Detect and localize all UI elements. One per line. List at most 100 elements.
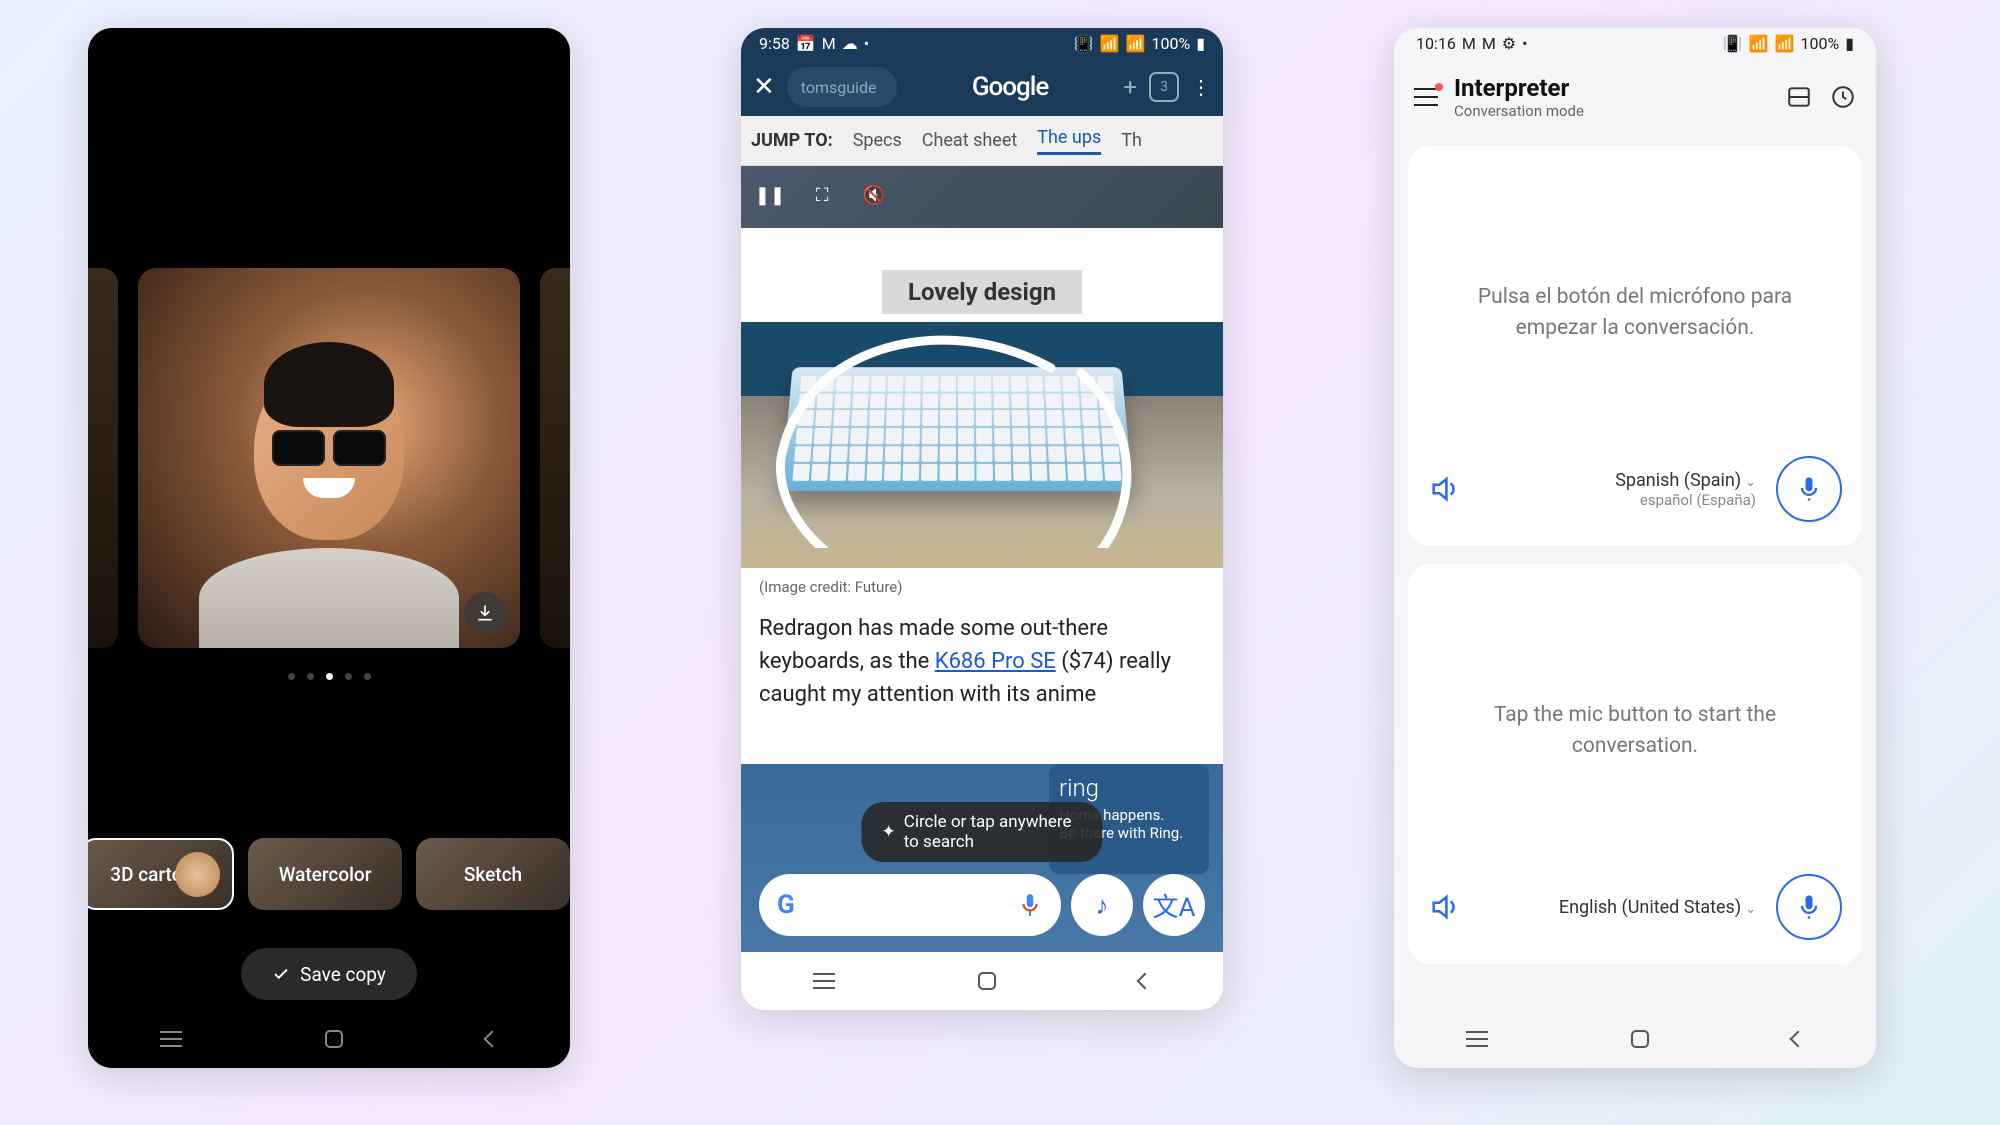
carousel-dot[interactable] xyxy=(288,673,295,680)
style-sketch[interactable]: Sketch xyxy=(416,838,570,910)
fullscreen-icon[interactable]: ⛶ xyxy=(807,180,837,210)
speaker-icon[interactable] xyxy=(1428,890,1462,924)
status-bar: 10:16 M M ⚙ • 📳 📶 📶 100% ▮ xyxy=(1394,28,1876,58)
download-icon xyxy=(475,603,495,623)
dot-icon: • xyxy=(1522,34,1527,53)
cloud-icon: ☁ xyxy=(842,34,858,53)
url-text: tomsguide xyxy=(801,78,877,97)
nav-home-icon[interactable] xyxy=(1631,1030,1649,1048)
search-overlay: ring Home happens. Be there with Ring. ✦… xyxy=(741,764,1223,952)
google-g-icon: G xyxy=(777,890,795,920)
nav-back-icon[interactable] xyxy=(484,1031,501,1048)
carousel-dot[interactable] xyxy=(364,673,371,680)
vibrate-icon: 📳 xyxy=(1723,34,1743,53)
status-time: 9:58 xyxy=(759,34,790,53)
save-label: Save copy xyxy=(300,963,386,986)
download-button[interactable] xyxy=(464,592,506,634)
phone-interpreter: 10:16 M M ⚙ • 📳 📶 📶 100% ▮ Interpreter C… xyxy=(1394,28,1876,1068)
mic-icon[interactable] xyxy=(1017,892,1043,918)
language-selector[interactable]: English (United States) ⌄ xyxy=(1474,897,1764,918)
generated-image[interactable] xyxy=(138,268,520,648)
battery-icon: ▮ xyxy=(1196,34,1205,53)
interpreter-pane-english: Tap the mic button to start the conversa… xyxy=(1408,564,1862,964)
translate-button[interactable]: 文A xyxy=(1143,874,1205,936)
nav-recents-icon[interactable] xyxy=(1466,1031,1488,1047)
music-search-button[interactable]: ♪ xyxy=(1071,874,1133,936)
article-text: Redragon has made some out-there keyboar… xyxy=(759,612,1205,711)
url-bar[interactable]: tomsguide xyxy=(787,67,897,107)
check-icon xyxy=(272,965,290,983)
translate-icon: 文A xyxy=(1153,887,1196,924)
signal-icon: 📶 xyxy=(1775,34,1795,53)
style-selector[interactable]: 3D cartoon Watercolor Sketch xyxy=(88,838,570,910)
product-link[interactable]: K686 Pro SE xyxy=(935,649,1056,674)
keyboard-image[interactable] xyxy=(741,322,1223,568)
carousel-dot-active[interactable] xyxy=(326,673,333,680)
app-title: Interpreter xyxy=(1454,74,1770,102)
android-nav-bar xyxy=(1394,1010,1876,1068)
article-content: Lovely design (Image credit: Future) Red… xyxy=(741,278,1223,711)
jump-the-ups[interactable]: The ups xyxy=(1037,127,1101,155)
jump-to-nav[interactable]: JUMP TO: Specs Cheat sheet The ups Th xyxy=(741,116,1223,166)
calendar-icon: 📅 xyxy=(796,34,816,53)
portrait-body xyxy=(199,548,459,648)
jump-next[interactable]: Th xyxy=(1121,130,1142,151)
mic-icon xyxy=(1795,893,1823,921)
mic-button-english[interactable] xyxy=(1776,874,1842,940)
app-header: Interpreter Conversation mode xyxy=(1394,58,1876,136)
split-view-icon[interactable] xyxy=(1786,84,1812,110)
wifi-icon: 📶 xyxy=(1100,34,1120,53)
ring-logo: ring xyxy=(1059,774,1199,802)
nav-recents-icon[interactable] xyxy=(813,973,835,989)
wifi-icon: 📶 xyxy=(1749,34,1769,53)
jump-cheat-sheet[interactable]: Cheat sheet xyxy=(922,130,1018,151)
menu-icon[interactable] xyxy=(1414,88,1438,106)
new-tab-icon[interactable]: + xyxy=(1123,73,1137,101)
nav-recents-icon[interactable] xyxy=(160,1031,182,1047)
carousel-prev-peek[interactable] xyxy=(88,268,118,648)
browser-toolbar: ✕ tomsguide Google + 3 ⋮ xyxy=(741,58,1223,116)
notification-dot xyxy=(1435,83,1443,91)
carousel-dots xyxy=(88,673,570,680)
android-nav-bar xyxy=(741,952,1223,1010)
nav-home-icon[interactable] xyxy=(978,972,996,990)
dot-icon: • xyxy=(864,34,869,53)
jump-specs[interactable]: Specs xyxy=(853,130,902,151)
circle-hint: ✦ Circle or tap anywhere to search xyxy=(862,802,1103,862)
phone-photo-editor: 3D cartoon Watercolor Sketch Save copy xyxy=(88,28,570,1068)
video-player[interactable]: ❚❚ ⛶ 🔇 xyxy=(741,166,1223,228)
chevron-down-icon: ⌄ xyxy=(1745,902,1756,917)
save-copy-button[interactable]: Save copy xyxy=(241,948,417,1000)
style-label: Watercolor xyxy=(279,863,372,886)
signal-icon: 📶 xyxy=(1126,34,1146,53)
language-selector[interactable]: Spanish (Spain) ⌄ español (España) xyxy=(1474,470,1764,509)
nav-back-icon[interactable] xyxy=(1790,1031,1807,1048)
prompt-text: Pulsa el botón del micrófono para empeza… xyxy=(1428,170,1842,456)
speaker-icon[interactable] xyxy=(1428,472,1462,506)
pause-icon[interactable]: ❚❚ xyxy=(755,180,785,210)
keyboard-illustration xyxy=(781,367,1133,491)
status-time: 10:16 xyxy=(1416,34,1456,53)
google-logo: Google xyxy=(909,72,1112,102)
carousel-next-peek[interactable] xyxy=(540,268,570,648)
tab-count-button[interactable]: 3 xyxy=(1149,72,1179,102)
history-icon[interactable] xyxy=(1830,84,1856,110)
style-label: Sketch xyxy=(464,863,522,886)
menu-icon[interactable]: ⋮ xyxy=(1191,75,1211,99)
style-3d-cartoon[interactable]: 3D cartoon xyxy=(88,838,234,910)
carousel-dot[interactable] xyxy=(307,673,314,680)
nav-home-icon[interactable] xyxy=(325,1030,343,1048)
mic-icon xyxy=(1795,475,1823,503)
carousel-dot[interactable] xyxy=(345,673,352,680)
mic-button-spanish[interactable] xyxy=(1776,456,1842,522)
nav-back-icon[interactable] xyxy=(1137,973,1154,990)
close-icon[interactable]: ✕ xyxy=(753,72,775,102)
search-input[interactable]: G xyxy=(759,874,1061,936)
android-nav-bar xyxy=(88,1010,570,1068)
section-heading: Lovely design xyxy=(759,278,1205,306)
style-watercolor[interactable]: Watercolor xyxy=(248,838,402,910)
phone-circle-to-search: 9:58 📅 M ☁ • 📳 📶 📶 100% ▮ ✕ tomsguide Go… xyxy=(741,28,1223,1010)
image-carousel[interactable] xyxy=(88,268,570,648)
mute-icon[interactable]: 🔇 xyxy=(859,180,889,210)
gmail-icon: M xyxy=(1482,34,1496,53)
